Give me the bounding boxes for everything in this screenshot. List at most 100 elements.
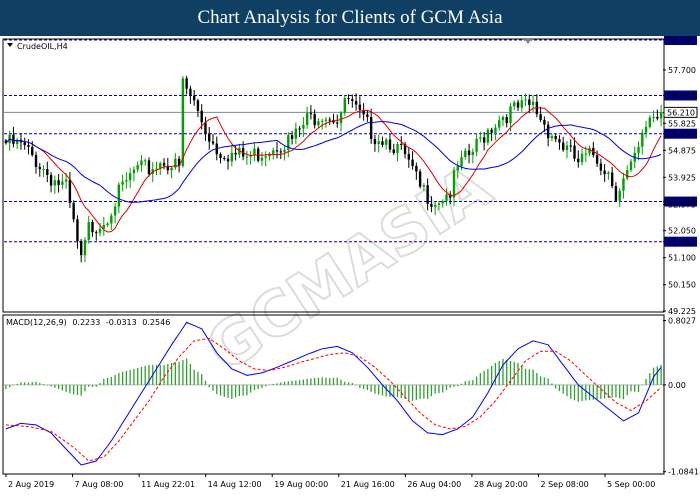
macd-main-line bbox=[5, 321, 662, 466]
candle-body bbox=[83, 240, 87, 256]
candle-body bbox=[38, 166, 41, 170]
candle-body bbox=[245, 156, 249, 158]
candle-body bbox=[125, 180, 128, 182]
macd-indicator: 0.8027 0.00 -1.0841 bbox=[4, 317, 699, 477]
candle-body bbox=[321, 120, 324, 122]
candle-body bbox=[343, 98, 346, 113]
candle-body bbox=[200, 110, 203, 123]
candle-body bbox=[113, 206, 117, 216]
symbol-label: CrudeOIL,H4 bbox=[17, 42, 68, 51]
candle-body bbox=[494, 127, 497, 133]
candle-body bbox=[234, 152, 237, 155]
candle-body bbox=[223, 158, 226, 160]
candle-body bbox=[46, 169, 49, 175]
price-tick-label: 57.700 bbox=[668, 66, 696, 75]
candle-body bbox=[430, 203, 433, 207]
candle-body bbox=[76, 219, 79, 241]
price-axis: 58.755 57.700 56.804 56.210 55.825 55.459 54.8… bbox=[663, 36, 698, 316]
time-tick-label: 19 Aug 00:00 bbox=[274, 480, 328, 489]
candle-body bbox=[68, 179, 72, 203]
candle-body bbox=[407, 154, 411, 160]
moving-averages bbox=[5, 107, 662, 233]
macd-tick-label: -1.0841 bbox=[668, 468, 699, 477]
candle-body bbox=[505, 117, 508, 124]
candle-body bbox=[189, 88, 192, 96]
candle-body bbox=[648, 117, 652, 127]
candle-body bbox=[377, 141, 380, 145]
macd-value-main: 0.2233 bbox=[72, 318, 100, 327]
candle-body bbox=[117, 184, 121, 207]
candle-body bbox=[388, 139, 392, 150]
candle-body bbox=[610, 172, 614, 187]
candle-body bbox=[53, 180, 57, 186]
symbol-marker-icon bbox=[7, 43, 13, 47]
candle-body bbox=[336, 122, 339, 124]
candle-body bbox=[317, 121, 320, 126]
candle-body bbox=[531, 101, 535, 106]
candle-body bbox=[573, 145, 576, 159]
price-chart: GCMASIA 58.75557.70056.80456.21055.82555… bbox=[2, 36, 699, 489]
candle-body bbox=[595, 155, 599, 164]
candle-body bbox=[230, 152, 234, 162]
candle-body bbox=[411, 159, 414, 166]
candle-body bbox=[543, 119, 546, 125]
candle-body bbox=[64, 179, 68, 182]
candle-body bbox=[204, 122, 207, 134]
candle-body bbox=[302, 125, 305, 129]
time-tick-label: 28 Aug 20:00 bbox=[474, 480, 528, 489]
candle-body bbox=[42, 169, 45, 171]
candle-body bbox=[264, 156, 267, 158]
candle-body bbox=[181, 78, 185, 167]
time-axis: 2 Aug 2019 7 Aug 08:00 11 Aug 22:01 14 Aug … bbox=[5, 474, 655, 489]
candle-body bbox=[57, 180, 60, 185]
candle-body bbox=[128, 173, 132, 181]
candle-body bbox=[347, 98, 350, 100]
candle-body bbox=[475, 138, 478, 152]
level-lines bbox=[4, 39, 663, 243]
candle-body bbox=[275, 150, 279, 152]
candle-body bbox=[629, 161, 633, 170]
price-tick-label: 52.975 bbox=[668, 200, 696, 209]
candle-body bbox=[95, 232, 98, 234]
candle-body bbox=[385, 139, 388, 145]
candle-body bbox=[354, 100, 358, 105]
macd-signal-line bbox=[5, 337, 662, 462]
candle-body bbox=[513, 102, 516, 107]
candle-body bbox=[34, 155, 38, 167]
candle-body bbox=[539, 114, 542, 120]
candle-body bbox=[147, 160, 151, 175]
candle-body bbox=[415, 165, 418, 172]
candle-body bbox=[614, 186, 618, 201]
candle-body bbox=[565, 145, 569, 151]
time-tick-label: 14 Aug 12:00 bbox=[208, 480, 262, 489]
price-level-label: 51.662 bbox=[667, 238, 695, 247]
macd-pane bbox=[2, 314, 665, 475]
candle-body bbox=[87, 221, 90, 241]
candle-body bbox=[497, 120, 501, 128]
candle-body bbox=[501, 117, 505, 121]
candle-body bbox=[31, 146, 34, 156]
candle-body bbox=[422, 185, 426, 187]
candle-body bbox=[226, 158, 230, 162]
time-tick-label: 5 Sep 00:00 bbox=[607, 480, 655, 489]
candle-body bbox=[298, 128, 301, 130]
candle-body bbox=[339, 112, 343, 124]
candle-body bbox=[577, 158, 580, 163]
candle-body bbox=[351, 99, 354, 101]
candle-body bbox=[641, 132, 644, 147]
candle-body bbox=[192, 95, 196, 101]
macd-tick-label: 0.8027 bbox=[668, 317, 696, 326]
candle-body bbox=[256, 148, 260, 161]
candle-body bbox=[290, 135, 294, 139]
shift-marker-icon bbox=[524, 39, 532, 44]
candle-body bbox=[27, 145, 30, 147]
candle-body bbox=[622, 178, 625, 191]
candle-body bbox=[358, 104, 362, 110]
candle-body bbox=[309, 113, 313, 115]
candle-body bbox=[460, 156, 463, 167]
candle-body bbox=[520, 100, 523, 108]
candle-body bbox=[369, 116, 373, 139]
candle-body bbox=[437, 203, 441, 206]
candle-body bbox=[12, 134, 15, 145]
candle-body bbox=[637, 146, 640, 153]
